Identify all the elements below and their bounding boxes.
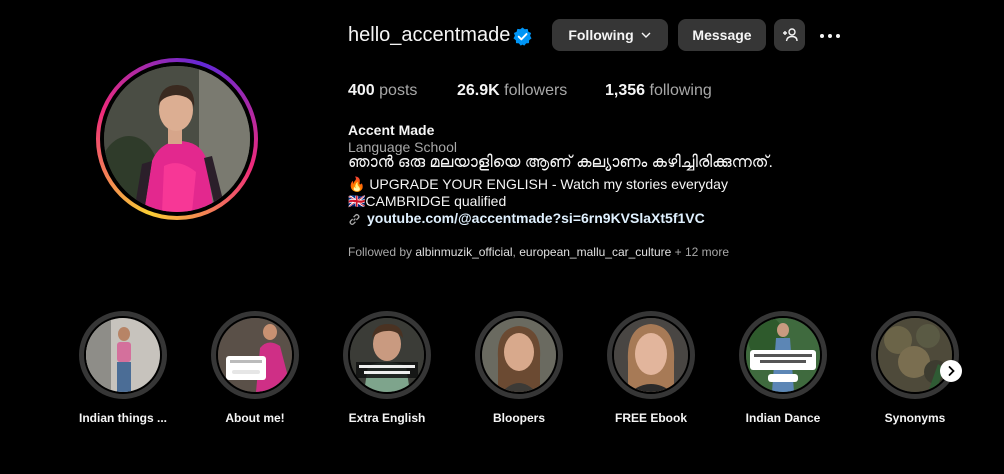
followed-by-user-1[interactable]: albinmuzik_official [415, 245, 512, 259]
message-label: Message [692, 27, 752, 43]
highlight-label: Indian Dance [745, 411, 821, 425]
highlight-bloopers[interactable]: Bloopers [469, 311, 569, 425]
highlight-about-me[interactable]: About me! [205, 311, 305, 425]
highlight-cover-image [876, 316, 954, 394]
bio-category: Language School [348, 139, 457, 155]
highlight-cover [79, 311, 167, 399]
bio-name: Accent Made [348, 122, 435, 138]
suggest-users-button[interactable] [774, 19, 805, 51]
highlight-indian-things[interactable]: Indian things ... [73, 311, 173, 425]
highlights-next-button[interactable] [940, 360, 962, 382]
followed-by-text[interactable]: Followed by albinmuzik_official, europea… [348, 245, 729, 259]
followers-label: followers [504, 82, 568, 99]
verified-badge-icon [513, 27, 532, 46]
add-user-icon [782, 27, 798, 43]
following-label: Following [568, 27, 634, 43]
highlight-label: Synonyms [884, 411, 946, 425]
followed-by-user-2[interactable]: european_mallu_car_culture [519, 245, 671, 259]
profile-username[interactable]: hello_accentmade [348, 24, 510, 47]
highlight-cover-image [612, 316, 690, 394]
highlight-cover [475, 311, 563, 399]
chevron-right-icon [945, 365, 957, 377]
posts-count: 400 [348, 82, 375, 99]
highlight-label: Extra English [348, 411, 426, 425]
following-count: 1,356 [605, 82, 646, 99]
highlight-label: Indian things ... [79, 411, 167, 425]
highlight-label: About me! [225, 411, 285, 425]
highlight-label: Bloopers [492, 411, 545, 425]
highlight-cover-image [216, 316, 294, 394]
bio-upgrade-line: 🔥 UPGRADE YOUR ENGLISH - Watch my storie… [348, 176, 728, 192]
highlight-extra-english[interactable]: Extra English [337, 311, 437, 425]
avatar-photo [104, 66, 250, 212]
highlight-cover [343, 311, 431, 399]
highlight-cover-image [480, 316, 558, 394]
highlight-cover-image [348, 316, 426, 394]
following-stat[interactable]: 1,356 following [605, 82, 712, 100]
message-button[interactable]: Message [678, 19, 766, 51]
highlight-label: FREE Ebook [614, 411, 687, 425]
bio-malayalam-line: ഞാൻ ഒരു മലയാളിയെ ആണ് കല്യാണം കഴിച്ചിരിക്… [348, 154, 773, 171]
following-button[interactable]: Following [552, 19, 668, 51]
followed-by-prefix: Followed by [348, 245, 416, 259]
highlight-indian-dance[interactable]: Indian Dance [733, 311, 833, 425]
highlight-cover [211, 311, 299, 399]
posts-label: posts [379, 82, 418, 99]
chevron-down-icon [640, 29, 652, 41]
highlight-cover [871, 311, 959, 399]
more-options-icon[interactable] [818, 24, 842, 48]
followed-by-more: + 12 more [671, 245, 730, 259]
highlight-cover-image [744, 316, 822, 394]
bio-cambridge-line: 🇬🇧CAMBRIDGE qualified [348, 193, 507, 209]
followers-count: 26.9K [457, 82, 500, 99]
link-icon [348, 213, 361, 226]
followers-stat[interactable]: 26.9K followers [457, 82, 567, 100]
bio-link[interactable]: youtube.com/@accentmade?si=6rn9KVSlaXt5f… [367, 210, 705, 226]
highlight-cover [607, 311, 695, 399]
highlight-cover-image [84, 316, 162, 394]
posts-stat: 400 posts [348, 82, 417, 100]
highlight-cover [739, 311, 827, 399]
profile-avatar[interactable] [96, 58, 258, 220]
following-stat-label: following [649, 82, 712, 99]
highlight-free-ebook[interactable]: FREE Ebook [601, 311, 701, 425]
